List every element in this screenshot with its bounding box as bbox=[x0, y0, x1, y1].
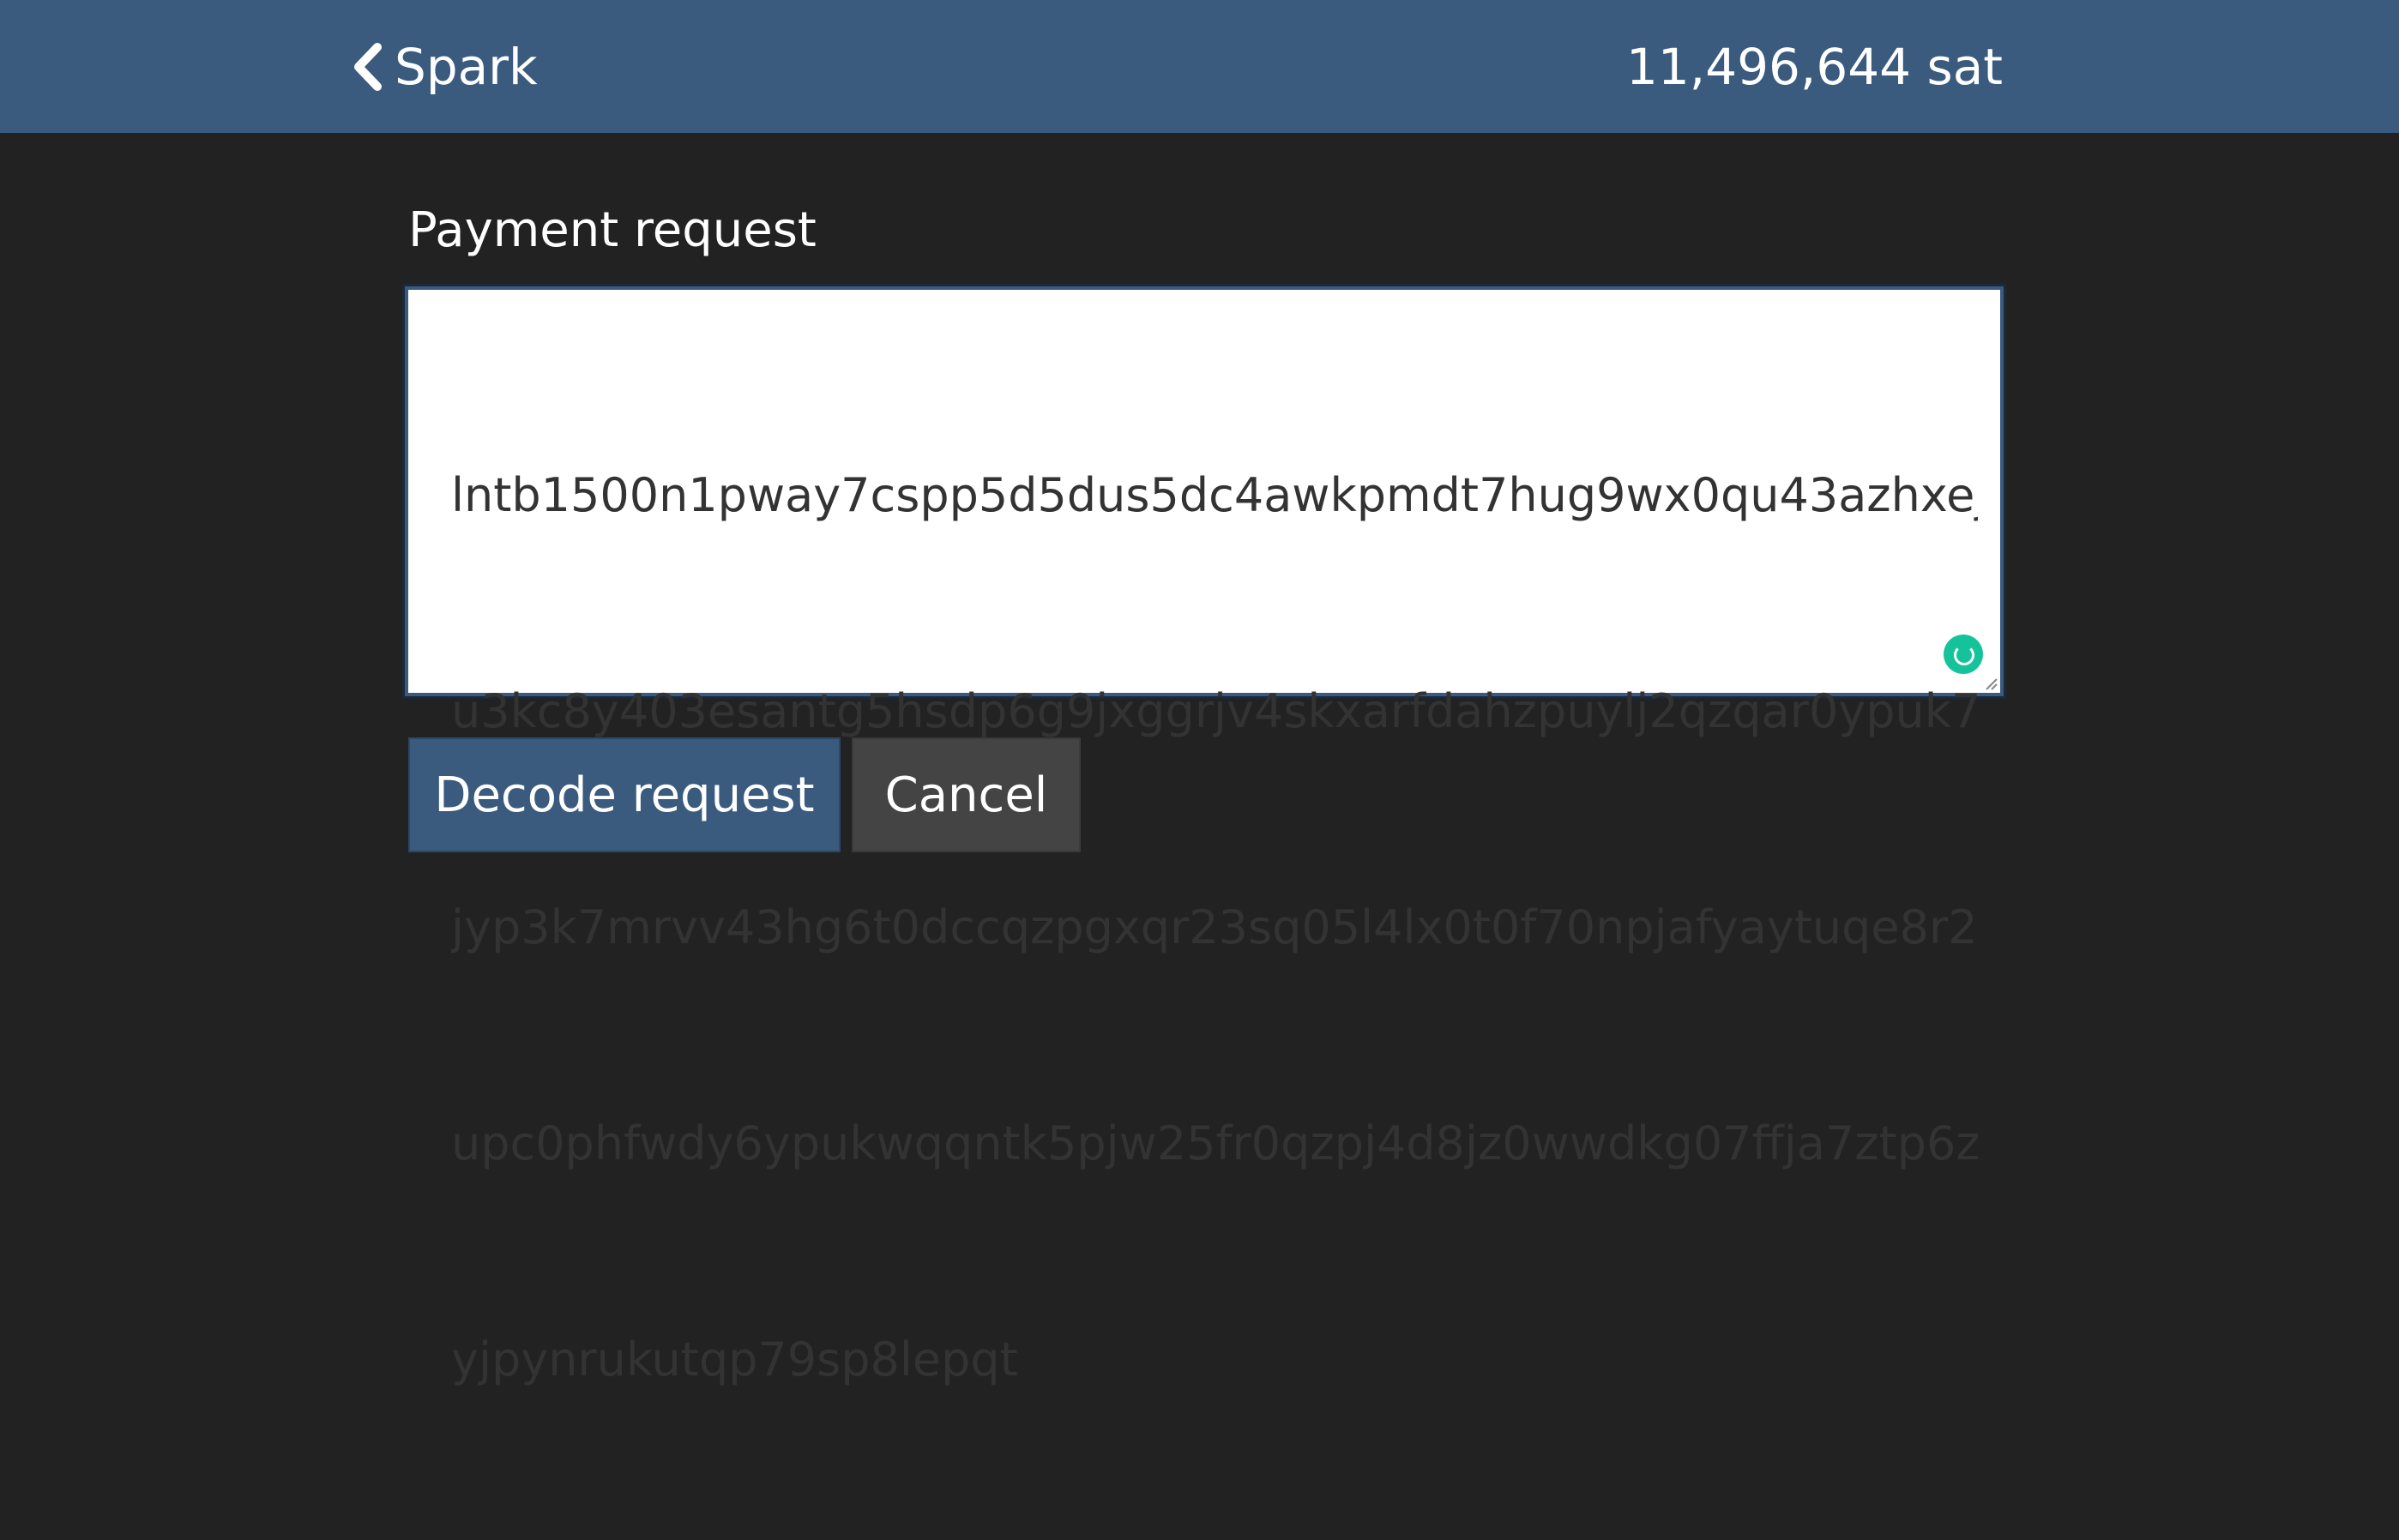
payment-request-line: jyp3k7mrvv43hg6t0dccqzpgxqr23sq05l4lx0t0… bbox=[451, 900, 1978, 954]
chevron-left-icon bbox=[354, 42, 382, 91]
decode-request-button[interactable]: Decode request bbox=[408, 737, 841, 852]
wallet-balance: 11,496,644 sat bbox=[1625, 37, 2003, 96]
back-link-label: Spark bbox=[395, 37, 538, 96]
top-navbar: Spark 11,496,644 sat bbox=[0, 0, 2399, 133]
payment-request-line: yjpynrukutqp79sp8lepqt bbox=[451, 1332, 1018, 1387]
resize-handle-icon[interactable] bbox=[1983, 676, 1998, 691]
payment-request-label: Payment request bbox=[408, 202, 817, 258]
cancel-button[interactable]: Cancel bbox=[852, 737, 1081, 852]
back-link[interactable]: Spark bbox=[352, 0, 538, 133]
payment-request-line: lntb1500n1pway7cspp5d5dus5dc4awkpmdt7hug… bbox=[451, 468, 1978, 522]
grammarly-icon[interactable] bbox=[1944, 635, 1983, 674]
payment-request-line: upc0phfwdy6ypukwqqntk5pjw25fr0qzpj4d8jz0… bbox=[451, 1116, 1978, 1170]
payment-request-value: lntb1500n1pway7cspp5d5dus5dc4awkpmdt7hug… bbox=[451, 316, 1978, 1540]
payment-request-textarea[interactable]: lntb1500n1pway7cspp5d5dus5dc4awkpmdt7hug… bbox=[405, 286, 2004, 1387]
